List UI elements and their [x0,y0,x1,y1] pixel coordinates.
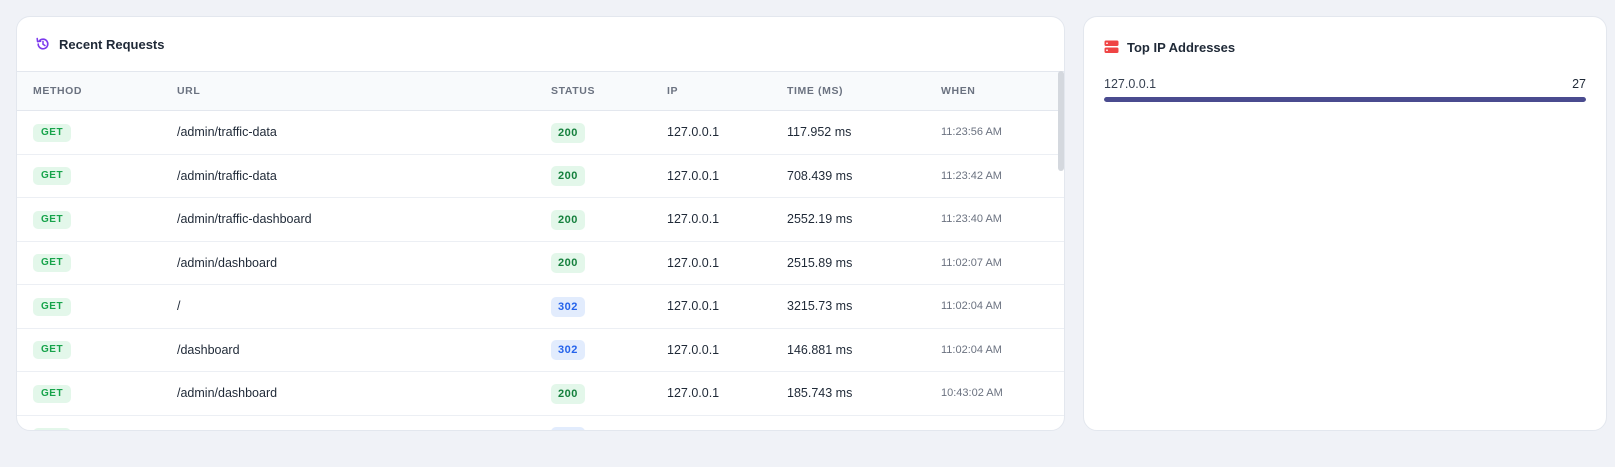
top-ip-header: Top IP Addresses [1084,17,1606,77]
status-badge: 200 [551,209,585,230]
table-row[interactable]: GET / 302 127.0.0.1 3215.73 ms 11:02:04 AM [17,285,1064,329]
ip-bar-fill [1104,97,1586,102]
requests-table: METHOD URL STATUS IP TIME (MS) WHEN GET /… [17,71,1064,430]
method-cell: GET [33,329,72,372]
recent-requests-header: Recent Requests [17,17,1064,71]
url-cell: /admin/traffic-data [177,168,277,183]
table-row[interactable]: GET/admin/traffic-data 200 127.0.0.1 117.95… [17,111,1064,155]
method-cell: GET [33,242,72,285]
method-cell: GET [33,155,72,198]
ip-address-label: 127.0.0.1 [1104,77,1157,91]
ip-cell: 127.0.0.1 [667,125,720,139]
history-icon [35,36,51,52]
column-header-url[interactable]: URL [177,72,200,111]
top-ip-card: Top IP Addresses 127.0.0.1 27 [1083,16,1607,431]
column-header-method[interactable]: METHOD [33,72,82,111]
ip-cell: 127.0.0.1 [667,168,720,183]
table-row[interactable]: GET/dashboard 302 127.0.0.1 146.881 ms 11:02… [17,329,1064,372]
when-cell: 11:23:40 AM [941,213,1002,225]
recent-requests-card: Recent Requests METHOD URL STATUS IP TIM… [16,16,1065,431]
when-cell: 11:02:07 AM [941,256,1002,269]
status-cell: 200 [551,372,585,415]
column-header-time[interactable]: TIME (MS) [787,72,843,111]
time-cell: 117.952 ms [787,125,852,139]
url-cell: /admin/dashboard [177,255,278,270]
column-header-when[interactable]: WHEN [941,72,975,111]
ip-bar-track [1104,97,1586,102]
table-body: GET/admin/traffic-data 200 127.0.0.1 117.95… [17,111,1064,430]
when-cell: 11:23:56 AM [941,126,1002,138]
status-cell: 302 [551,329,585,372]
method-badge: GET [33,341,72,360]
table-header: METHOD URL STATUS IP TIME (MS) WHEN [17,71,1064,111]
method-cell: GET [33,198,72,241]
status-badge: 302 [551,296,585,317]
status-badge: 200 [551,253,585,274]
method-badge: GET [33,384,72,403]
top-ip-title: Top IP Addresses [1127,39,1236,55]
status-badge: 200 [551,122,585,143]
ip-request-count: 27 [1572,77,1586,91]
method-cell: GET [33,111,72,154]
ip-cell: 127.0.0.1 [667,212,720,226]
method-cell: GET [33,372,72,415]
status-badge: 200 [551,166,585,187]
when-cell: 11:02:04 AM [941,343,1002,356]
method-badge: GET [33,167,72,186]
method-badge: GET [33,428,72,430]
method-cell: GET [33,416,72,430]
status-badge: 200 [551,383,585,404]
time-cell: 708.439 ms [787,168,853,183]
column-header-status[interactable]: STATUS [551,72,595,111]
status-badge: 302 [551,340,585,361]
time-cell: 2515.89 ms [787,255,853,270]
ip-cell: 127.0.0.1 [667,386,720,400]
table-row[interactable]: GET/admin/traffic-data 200 127.0.0.1 708.43… [17,155,1064,198]
when-cell: 11:02:04 AM [941,300,1002,312]
status-cell: 200 [551,198,585,241]
status-cell: 200 [551,111,585,154]
when-cell: 10:43:02 AM [941,387,1003,399]
table-row[interactable]: GET/admin/dashboard 200 127.0.0.1 2515.89 m… [17,242,1064,285]
ip-cell: 127.0.0.1 [667,342,720,357]
status-cell: 200 [551,155,585,198]
status-cell: 200 [551,242,585,285]
url-cell: /admin/traffic-dashboard [177,212,312,226]
url-cell: /dashboard [177,342,240,357]
time-cell: 3215.73 ms [787,299,853,313]
ip-cell: 127.0.0.1 [667,299,720,313]
method-badge: GET [33,123,72,142]
ip-cell: 127.0.0.1 [667,255,720,270]
status-cell: 302 [551,416,585,430]
table-row[interactable]: GET 302 [17,416,1064,430]
status-cell: 302 [551,285,585,328]
when-cell: 11:23:42 AM [941,169,1002,182]
method-badge: GET [33,254,72,273]
ip-list-item: 127.0.0.1 27 [1104,77,1586,102]
url-cell: /admin/dashboard [177,386,278,400]
method-badge: GET [33,210,72,229]
time-cell: 185.743 ms [787,386,853,400]
server-icon [1104,40,1119,54]
url-cell: / [177,299,181,313]
method-badge: GET [33,297,72,316]
time-cell: 146.881 ms [787,342,853,357]
time-cell: 2552.19 ms [787,212,853,226]
recent-requests-title: Recent Requests [59,36,165,52]
table-row[interactable]: GET/admin/traffic-dashboard 200 127.0.0.1 2… [17,198,1064,242]
status-badge: 302 [551,427,585,430]
table-scrollbar[interactable] [1058,71,1064,171]
method-cell: GET [33,285,72,328]
table-row[interactable]: GET/admin/dashboard 200 127.0.0.1 185.743 m… [17,372,1064,416]
url-cell: /admin/traffic-data [177,125,277,139]
column-header-ip[interactable]: IP [667,72,678,111]
